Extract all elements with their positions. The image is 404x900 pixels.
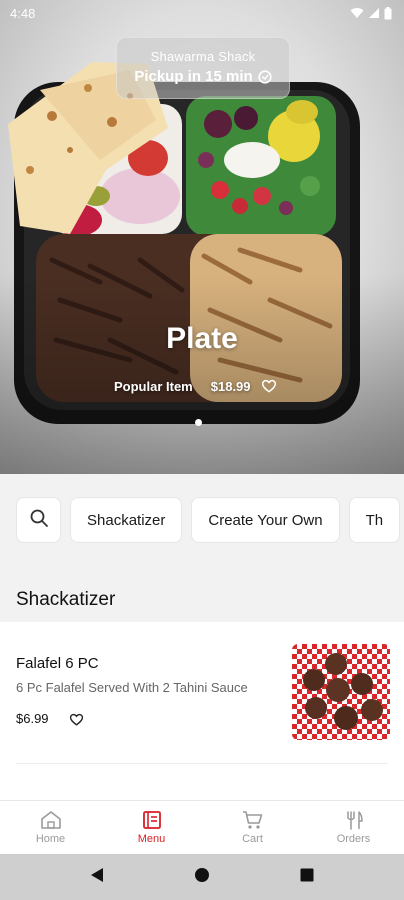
status-time: 4:48: [10, 5, 36, 21]
nav-cart[interactable]: Cart: [202, 801, 303, 854]
home-icon: [40, 810, 62, 830]
hero-carousel[interactable]: Shawarma Shack Pickup in 15 min Plate Po…: [0, 0, 404, 474]
item-price: $6.99: [16, 711, 49, 726]
bottom-navigation: Home Menu Cart Orders: [0, 800, 404, 854]
nav-cart-label: Cart: [242, 833, 263, 845]
nav-home-label: Home: [35, 833, 66, 845]
popular-tag: Popular Item: [114, 378, 193, 394]
carousel-dot[interactable]: [195, 419, 202, 426]
menu-icon: [142, 810, 162, 830]
wifi-icon: [350, 7, 364, 19]
nav-orders[interactable]: Orders: [303, 801, 404, 854]
signal-icon: [368, 7, 380, 19]
cart-icon: [242, 810, 264, 830]
menu-list: Falafel 6 PC 6 Pc Falafel Served With 2 …: [0, 622, 404, 800]
favorite-heart-icon[interactable]: [261, 378, 277, 394]
system-navigation-bar: [0, 854, 404, 900]
home-circle-icon[interactable]: [194, 867, 210, 888]
item-description: 6 Pc Falafel Served With 2 Tahini Sauce: [16, 680, 248, 695]
status-bar: 4:48: [0, 0, 404, 26]
featured-item-meta: Popular Item $18.99: [114, 378, 277, 394]
search-button[interactable]: [16, 497, 61, 543]
featured-item-price: $18.99: [210, 378, 251, 394]
featured-item-title: Plate: [166, 322, 238, 355]
back-icon[interactable]: [90, 867, 104, 888]
fork-knife-icon: [344, 810, 364, 830]
nav-home[interactable]: Home: [0, 801, 101, 854]
falafel-photo: [292, 644, 390, 740]
category-chip-partial[interactable]: Th: [348, 497, 401, 543]
nav-menu[interactable]: Menu: [101, 801, 202, 854]
item-name: Falafel 6 PC: [16, 655, 99, 672]
pickup-time: Pickup in 15 min: [134, 68, 253, 85]
restaurant-name: Shawarma Shack: [150, 49, 256, 64]
category-chip-create-your-own[interactable]: Create Your Own: [191, 497, 340, 543]
heart-icon[interactable]: [69, 712, 84, 727]
search-icon: [29, 508, 49, 532]
battery-icon: [384, 6, 392, 20]
category-chip-shackatizer[interactable]: Shackatizer: [70, 497, 183, 543]
nav-orders-label: Orders: [336, 833, 371, 845]
restaurant-pickup-card[interactable]: Shawarma Shack Pickup in 15 min: [116, 37, 290, 99]
nav-menu-label: Menu: [137, 833, 166, 845]
clock-icon: [258, 69, 272, 84]
divider: [16, 763, 388, 764]
recents-icon[interactable]: [300, 868, 314, 887]
section-title: Shackatizer: [16, 589, 116, 610]
category-bar: Shackatizer Create Your Own Th: [0, 474, 404, 566]
